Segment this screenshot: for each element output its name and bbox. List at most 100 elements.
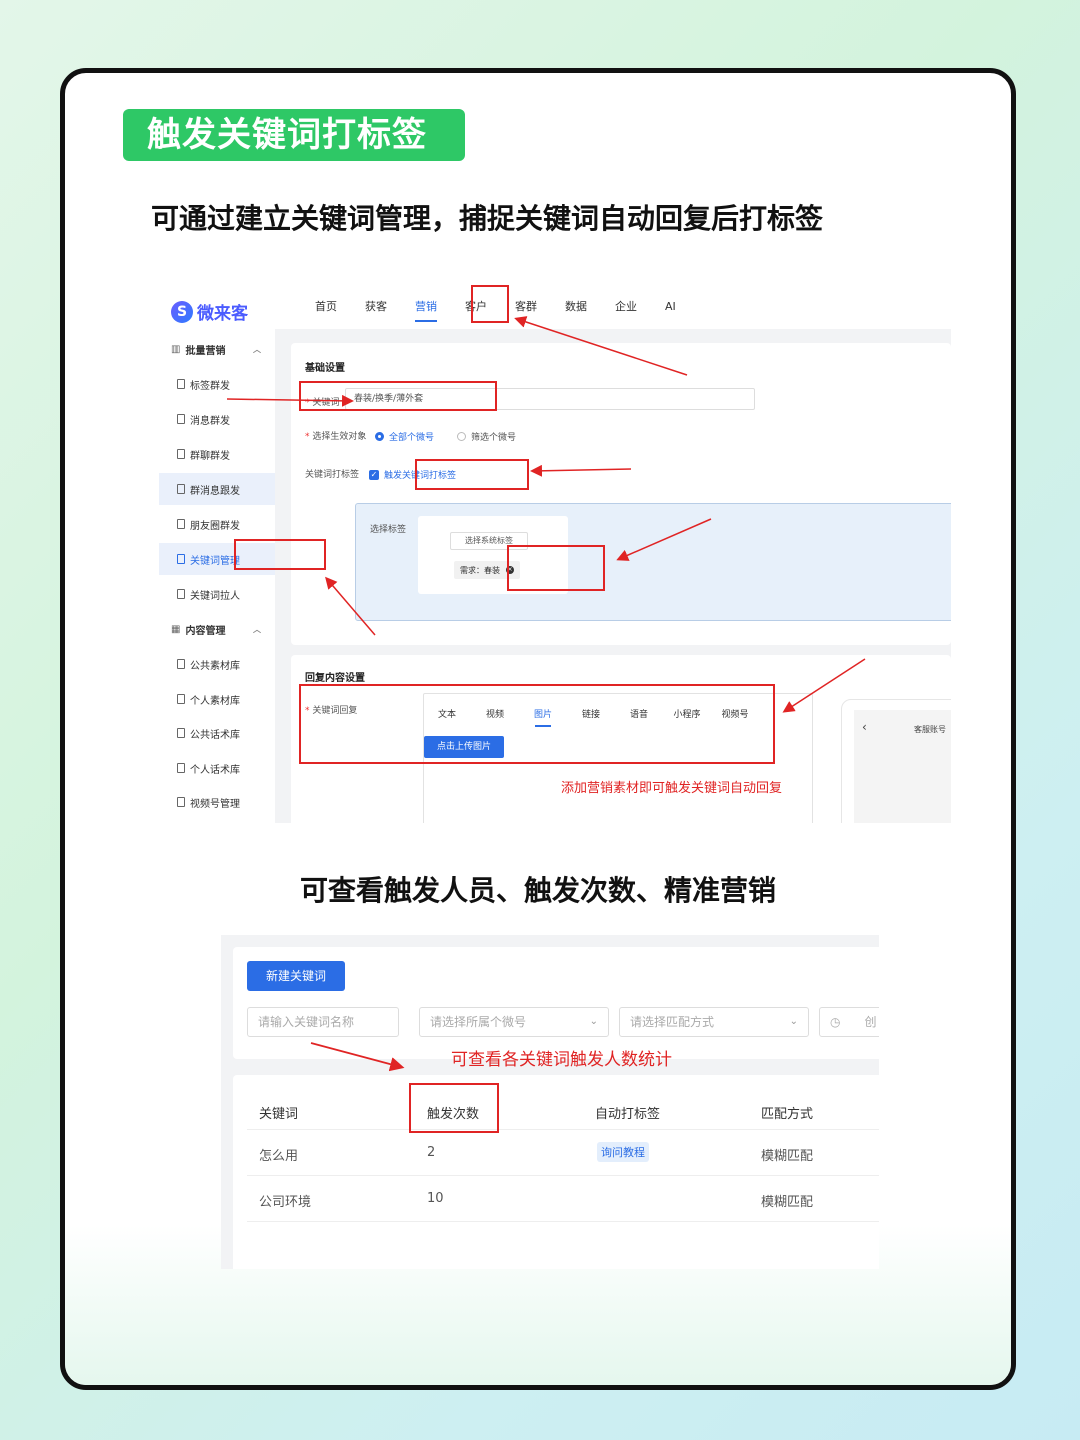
- sidebar-item-label: 个人素材库: [190, 695, 240, 707]
- sidebar-group-marketing[interactable]: ▥ 批量营销 ︿: [159, 333, 275, 365]
- document-icon: [177, 589, 185, 599]
- checkmark-icon: ✓: [369, 469, 379, 480]
- highlight-box-tagging: [415, 459, 529, 490]
- nav-marketing[interactable]: 营销: [415, 298, 437, 322]
- logo: S 微来客: [171, 299, 248, 324]
- col-keyword: 关键词: [259, 1107, 299, 1122]
- nav-acquire[interactable]: 获客: [365, 298, 387, 314]
- document-icon: [177, 519, 185, 529]
- document-icon: [177, 379, 185, 389]
- highlight-box-nav: [471, 285, 509, 323]
- document-icon: [177, 694, 185, 704]
- sidebar-item-public-materials[interactable]: 公共素材库: [159, 648, 275, 680]
- sidebar-group-content[interactable]: ▦ 内容管理 ︿: [159, 613, 275, 645]
- sidebar-item-personal-materials[interactable]: 个人素材库: [159, 683, 275, 715]
- sidebar-item-public-scripts[interactable]: 公共话术库: [159, 717, 275, 749]
- document-icon: [177, 659, 185, 669]
- row-2-count: 10: [427, 1191, 444, 1206]
- sidebar-item-label: 群聊群发: [190, 450, 230, 462]
- chevron-up-icon: ︿: [253, 344, 261, 354]
- account-select-placeholder: 请选择所属个微号: [430, 1015, 527, 1029]
- phone-screen: ‹ 客服账号: [854, 710, 951, 823]
- target-label-text: 选择生效对象: [312, 432, 367, 442]
- clock-icon: ◷: [830, 1015, 841, 1029]
- match-select[interactable]: 请选择匹配方式 ⌄: [619, 1007, 809, 1037]
- sidebar-item-personal-scripts[interactable]: 个人话术库: [159, 752, 275, 784]
- radio-filter-label: 筛选个微号: [471, 433, 517, 443]
- chart-icon: ▥: [171, 343, 181, 355]
- document-icon: [177, 797, 185, 807]
- keyword-config-screenshot: S 微来客 ▥ 批量营销 ︿ 标签群发 消息群发 群聊群发 群消息跟发 朋友圈群…: [159, 283, 951, 823]
- date-picker-placeholder: 创: [864, 1015, 877, 1029]
- highlight-box-reply: [299, 684, 775, 764]
- row-2-match: 模糊匹配: [761, 1195, 814, 1210]
- chevron-down-icon: ⌄: [589, 1016, 598, 1027]
- highlight-box-keyword: [299, 381, 497, 411]
- divider: [247, 1175, 879, 1176]
- select-tag-box: 选择标签 选择系统标签 需求：春装 ×: [355, 503, 951, 621]
- sidebar-item-label: 标签群发: [190, 380, 230, 392]
- sidebar-item-moments-broadcast[interactable]: 朋友圈群发: [159, 508, 275, 540]
- nav-home[interactable]: 首页: [315, 298, 337, 314]
- new-keyword-button[interactable]: 新建关键词: [247, 961, 345, 991]
- sidebar-item-label: 群消息跟发: [190, 485, 240, 497]
- radio-all-accounts[interactable]: 全部个微号: [375, 430, 434, 443]
- row-1-tag-badge: 询问教程: [597, 1142, 649, 1162]
- stats-note: 可查看各关键词触发人数统计: [451, 1050, 672, 1070]
- basic-settings-title: 基础设置: [305, 363, 345, 374]
- highlight-box-sidebar: [234, 539, 326, 570]
- tag-title: 触发关键词打标签: [123, 109, 465, 161]
- row-2-keyword: 公司环境: [259, 1195, 312, 1210]
- sidebar-item-label: 朋友圈群发: [190, 520, 240, 532]
- sidebar-item-group-followup[interactable]: 群消息跟发: [159, 473, 275, 505]
- subtitle-2: 可查看触发人员、触发次数、精准营销: [299, 874, 776, 907]
- sidebar-item-group-broadcast[interactable]: 群聊群发: [159, 438, 275, 470]
- row-1-keyword: 怎么用: [259, 1149, 299, 1164]
- phone-preview: ‹ 客服账号: [841, 699, 951, 823]
- tagging-label: 关键词打标签: [305, 470, 360, 480]
- phone-title: 客服账号: [914, 725, 946, 734]
- sidebar-group-label: 内容管理: [185, 625, 226, 637]
- sidebar-group-label: 批量营销: [185, 345, 226, 357]
- main-card: 触发关键词打标签 可通过建立关键词管理，捕捉关键词自动回复后打标签 S 微来客 …: [60, 68, 1016, 1390]
- sidebar-item-channels[interactable]: 视频号管理: [159, 786, 275, 818]
- document-icon: [177, 763, 185, 773]
- chevron-down-icon: ⌄: [789, 1016, 798, 1027]
- date-picker[interactable]: ◷ 创: [819, 1007, 879, 1037]
- subtitle-1: 可通过建立关键词管理，捕捉关键词自动回复后打标签: [151, 202, 824, 235]
- nav-data[interactable]: 数据: [565, 298, 587, 314]
- reply-settings-title: 回复内容设置: [305, 673, 365, 684]
- document-icon: [177, 414, 185, 424]
- document-icon: [177, 484, 185, 494]
- radio-filter-accounts[interactable]: 筛选个微号: [457, 430, 516, 443]
- radio-icon: [457, 432, 466, 441]
- nav-ai[interactable]: AI: [665, 300, 676, 313]
- divider: [247, 1221, 879, 1222]
- row-1-count: 2: [427, 1145, 436, 1160]
- document-icon: [177, 449, 185, 459]
- sidebar-item-label: 关键词拉人: [190, 590, 240, 602]
- radio-all-label: 全部个微号: [389, 433, 435, 443]
- reply-note: 添加营销素材即可触发关键词自动回复: [561, 781, 783, 796]
- nav-enterprise[interactable]: 企业: [615, 298, 637, 314]
- sidebar-item-tag-broadcast[interactable]: 标签群发: [159, 368, 275, 400]
- keyword-name-input[interactable]: 请输入关键词名称: [247, 1007, 399, 1037]
- sidebar-item-label: 个人话术库: [190, 764, 240, 776]
- sidebar-item-label: 消息群发: [190, 415, 230, 427]
- sidebar-item-keyword-invite[interactable]: 关键词拉人: [159, 578, 275, 610]
- filter-panel: 新建关键词 请输入关键词名称 请选择所属个微号 ⌄ 请选择匹配方式 ⌄ ◷ 创: [233, 947, 879, 1059]
- nav-groups[interactable]: 客群: [515, 298, 537, 314]
- keyword-table: 关键词 触发次数 自动打标签 匹配方式 怎么用 2 询问教程 模糊匹配 公司环境…: [233, 1075, 879, 1269]
- account-select[interactable]: 请选择所属个微号 ⌄: [419, 1007, 609, 1037]
- sidebar-item-message-broadcast[interactable]: 消息群发: [159, 403, 275, 435]
- logo-text: 微来客: [197, 304, 248, 324]
- radio-selected-icon: [375, 432, 384, 441]
- document-icon: [177, 728, 185, 738]
- sidebar-item-label: 视频号管理: [190, 798, 240, 810]
- col-auto-tag: 自动打标签: [595, 1107, 661, 1122]
- chevron-up-icon: ︿: [253, 624, 261, 634]
- select-tag-label: 选择标签: [370, 525, 407, 535]
- highlight-box-count: [409, 1083, 499, 1133]
- col-match-type: 匹配方式: [761, 1107, 814, 1122]
- sidebar-item-label: 公共话术库: [190, 729, 240, 741]
